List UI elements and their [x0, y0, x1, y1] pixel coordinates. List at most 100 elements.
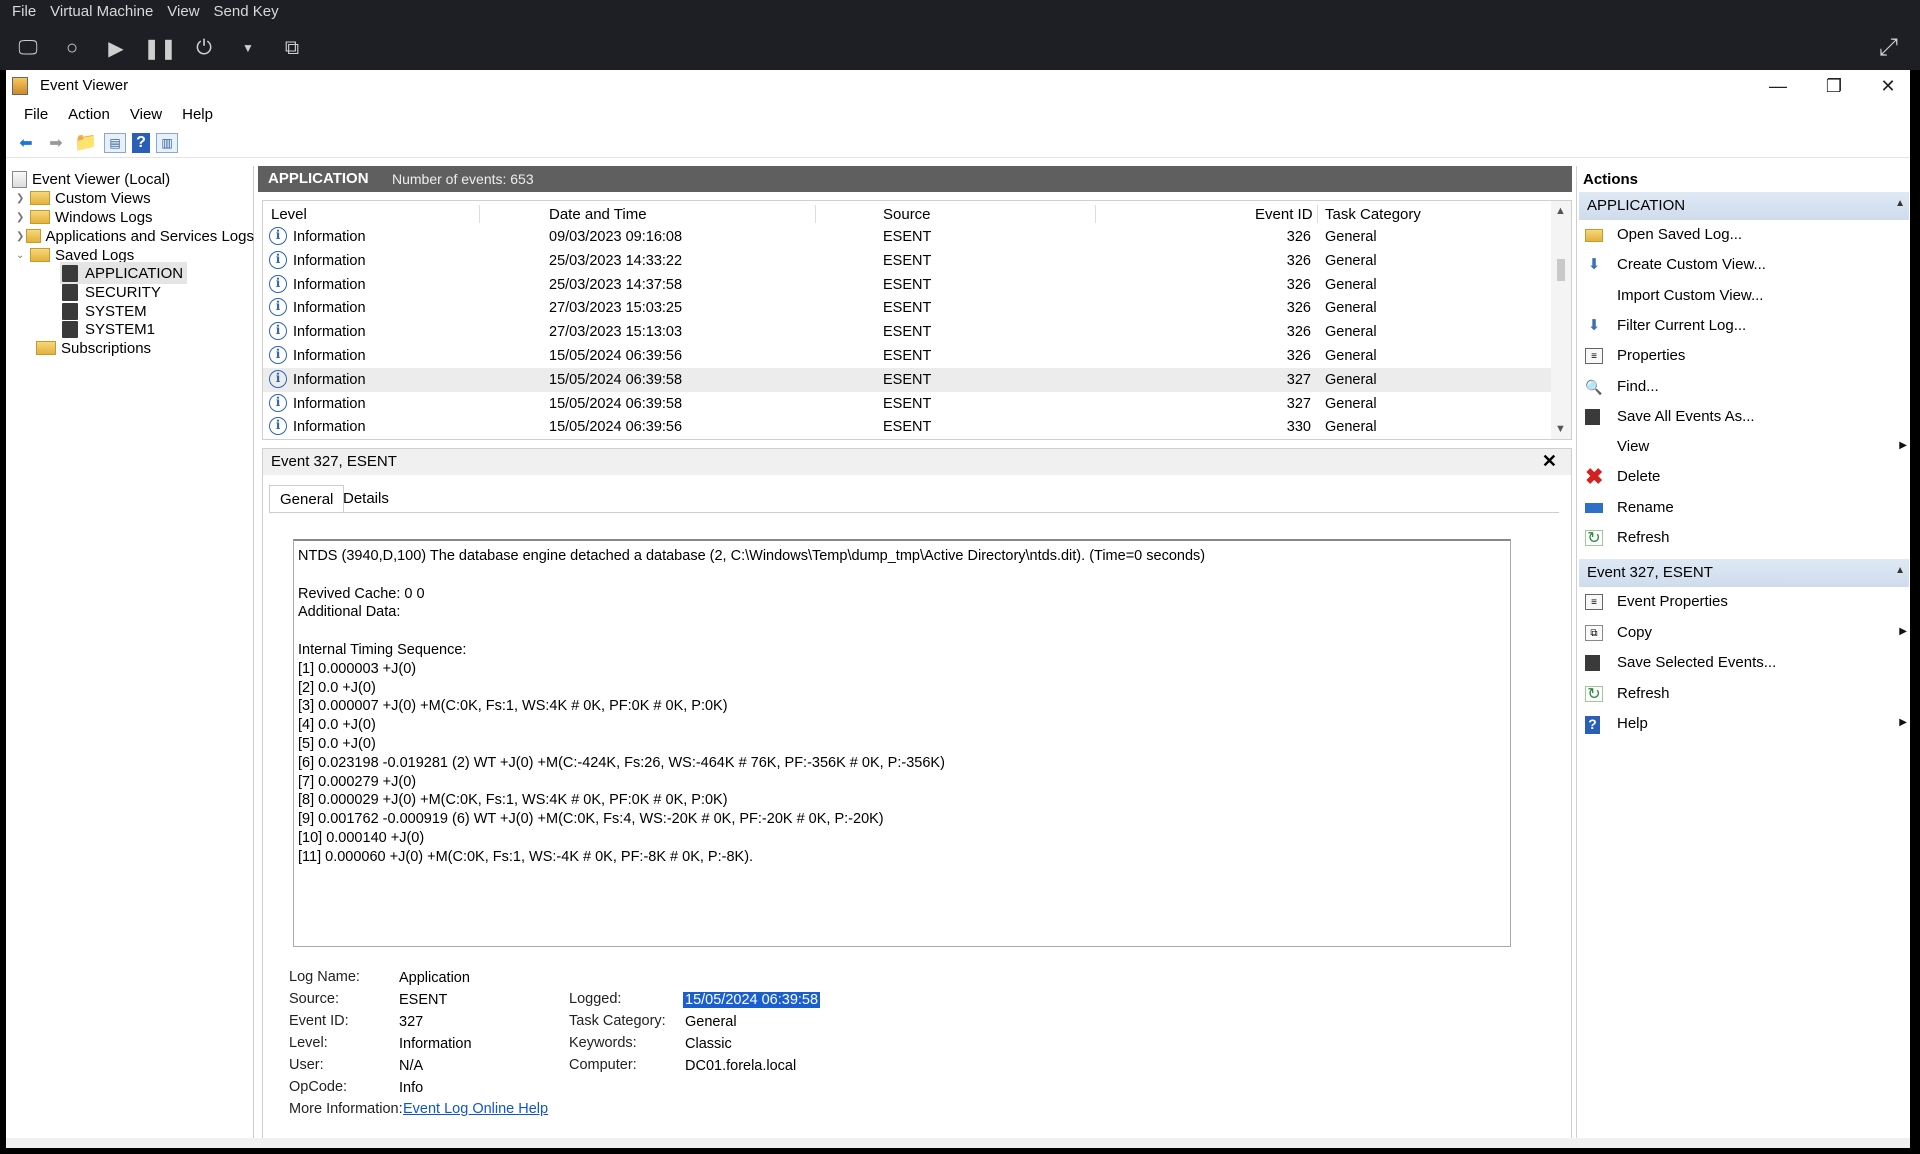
menu-view[interactable]: View: [120, 102, 172, 128]
information-icon: i: [269, 369, 287, 388]
column-level[interactable]: Level: [271, 206, 307, 223]
action-open-saved-log[interactable]: Open Saved Log...: [1579, 220, 1909, 250]
event-viewer-window: Event Viewer — ❐ ✕ File Action View Help…: [6, 70, 1910, 1148]
show-hide-actions-icon[interactable]: ▥: [156, 132, 178, 153]
actions-header: Actions: [1583, 171, 1639, 188]
cell-level: Information: [293, 276, 366, 293]
table-row[interactable]: i Information 25/03/2023 14:37:58 ESENT 326 G…: [263, 273, 1553, 297]
table-row[interactable]: i Information 15/05/2024 06:39:56 ESENT 330 G…: [263, 415, 1553, 439]
close-icon[interactable]: ✕: [1542, 451, 1557, 472]
column-divider[interactable]: [1317, 205, 1318, 223]
scroll-thumb[interactable]: [1557, 259, 1565, 281]
show-hide-tree-icon[interactable]: ▤: [104, 132, 126, 153]
refresh-icon: ↻: [1585, 530, 1603, 547]
cell-event-id: 327: [1286, 395, 1311, 412]
collapse-icon[interactable]: ▲: [1895, 565, 1905, 576]
chevron-down-icon[interactable]: ▼: [234, 34, 262, 62]
host-menu-view[interactable]: View: [167, 3, 199, 20]
play-icon[interactable]: ▶: [102, 34, 130, 62]
chevron-right-icon[interactable]: ❯: [16, 231, 26, 242]
menu-action[interactable]: Action: [58, 102, 120, 128]
folder-icon: [25, 229, 41, 243]
menu-file[interactable]: File: [14, 102, 58, 128]
minimize-icon[interactable]: —: [1758, 72, 1798, 100]
help-icon[interactable]: ?: [132, 132, 150, 153]
event-count: Number of events: 653: [392, 171, 534, 187]
column-event-id[interactable]: Event ID: [1255, 206, 1313, 223]
cell-source: ESENT: [883, 300, 932, 317]
host-menu-send-key[interactable]: Send Key: [214, 3, 279, 20]
table-row[interactable]: i Information 27/03/2023 15:13:03 ESENT 326 G…: [263, 320, 1553, 344]
chevron-right-icon[interactable]: ❯: [16, 212, 30, 223]
action-filter-current-log[interactable]: ⬇ Filter Current Log...: [1579, 311, 1909, 341]
event-action-copy[interactable]: ⧉ Copy ▶: [1579, 618, 1909, 648]
tab-details[interactable]: Details: [333, 485, 399, 513]
action-view[interactable]: View ▶: [1579, 432, 1909, 462]
monitor-icon[interactable]: 🖵: [14, 34, 42, 62]
cell-source: ESENT: [883, 371, 932, 388]
rename-icon: [1585, 502, 1603, 513]
back-arrow-icon[interactable]: ⬅: [14, 131, 38, 155]
vertical-scrollbar[interactable]: ▲ ▼: [1551, 201, 1571, 439]
host-menu-virtual-machine[interactable]: Virtual Machine: [50, 3, 153, 20]
event-action-help[interactable]: ? Help ▶: [1579, 709, 1909, 739]
scroll-down-icon[interactable]: ▼: [1555, 423, 1566, 435]
action-create-custom-view[interactable]: ⬇ Create Custom View...: [1579, 250, 1909, 280]
section-label: APPLICATION: [1587, 197, 1686, 214]
horizontal-scrollbar[interactable]: [6, 1138, 1910, 1148]
column-date[interactable]: Date and Time: [549, 206, 647, 223]
table-row[interactable]: i Information 15/05/2024 06:39:58 ESENT 327 G…: [263, 367, 1553, 392]
open-folder-icon: [1585, 229, 1603, 242]
cell-source: ESENT: [883, 395, 932, 412]
screens-icon[interactable]: ⧉: [278, 34, 306, 62]
pause-icon[interactable]: ❚❚: [143, 34, 177, 62]
column-divider[interactable]: [815, 205, 816, 223]
table-row[interactable]: i Information 15/05/2024 06:39:56 ESENT 326 G…: [263, 344, 1553, 368]
chevron-right-icon[interactable]: ❯: [16, 193, 30, 204]
fullscreen-icon[interactable]: ⤢: [1879, 34, 1898, 62]
cell-date: 09/03/2023 09:16:08: [549, 229, 683, 245]
actions-section-application[interactable]: APPLICATION ▲: [1579, 192, 1909, 220]
table-row[interactable]: i Information 09/03/2023 09:16:08 ESENT 326 G…: [263, 225, 1553, 249]
collapse-icon[interactable]: ▲: [1895, 198, 1905, 209]
cell-level: Information: [293, 324, 366, 341]
chevron-down-icon[interactable]: ⌄: [16, 250, 30, 261]
event-action-event-properties[interactable]: ≡ Event Properties: [1579, 587, 1909, 617]
table-row[interactable]: i Information 25/03/2023 14:33:22 ESENT 326 G…: [263, 249, 1553, 273]
folder-up-icon[interactable]: 📁: [74, 131, 98, 155]
actions-section-event[interactable]: Event 327, ESENT ▲: [1579, 559, 1909, 587]
bulb-icon[interactable]: ○: [58, 34, 86, 62]
power-icon[interactable]: ⏻: [190, 34, 218, 62]
host-menu-file[interactable]: File: [12, 3, 36, 20]
table-row[interactable]: i Information 15/05/2024 06:39:58 ESENT 327 G…: [263, 392, 1553, 416]
action-save-all-events-as[interactable]: Save All Events As...: [1579, 402, 1909, 432]
logged-value[interactable]: 15/05/2024 06:39:58: [683, 992, 821, 1008]
action-find[interactable]: 🔍 Find...: [1579, 372, 1909, 402]
action-properties[interactable]: ≡ Properties: [1579, 341, 1909, 371]
cell-event-id: 327: [1286, 371, 1311, 388]
event-log-online-help-link[interactable]: Event Log Online Help: [403, 1101, 548, 1117]
action-rename[interactable]: Rename: [1579, 493, 1909, 523]
close-icon[interactable]: ✕: [1868, 72, 1908, 100]
cell-event-id: 326: [1286, 229, 1311, 245]
menu-bar: File Action View Help: [6, 102, 1910, 128]
action-delete[interactable]: ✖ Delete: [1579, 462, 1909, 492]
help-icon: ?: [1585, 716, 1600, 735]
column-task-category[interactable]: Task Category: [1325, 206, 1421, 223]
table-row[interactable]: i Information 27/03/2023 15:03:25 ESENT 326 G…: [263, 296, 1553, 320]
menu-help[interactable]: Help: [172, 102, 223, 128]
column-source[interactable]: Source: [883, 206, 931, 223]
title-bar: Event Viewer — ❐ ✕: [6, 70, 1910, 102]
tree-subscriptions[interactable]: Subscriptions: [36, 337, 151, 359]
restore-icon[interactable]: ❐: [1814, 72, 1854, 100]
event-description[interactable]: NTDS (3940,D,100) The database engine de…: [293, 539, 1511, 947]
forward-arrow-icon[interactable]: ➡: [44, 131, 68, 155]
column-divider[interactable]: [1095, 205, 1096, 223]
action-refresh[interactable]: ↻ Refresh: [1579, 523, 1909, 553]
event-action-save-selected-events[interactable]: Save Selected Events...: [1579, 648, 1909, 678]
action-import-custom-view[interactable]: Import Custom View...: [1579, 281, 1909, 311]
folder-icon: [30, 210, 50, 224]
column-divider[interactable]: [479, 205, 480, 223]
event-action-refresh[interactable]: ↻ Refresh: [1579, 679, 1909, 709]
scroll-up-icon[interactable]: ▲: [1555, 205, 1566, 217]
